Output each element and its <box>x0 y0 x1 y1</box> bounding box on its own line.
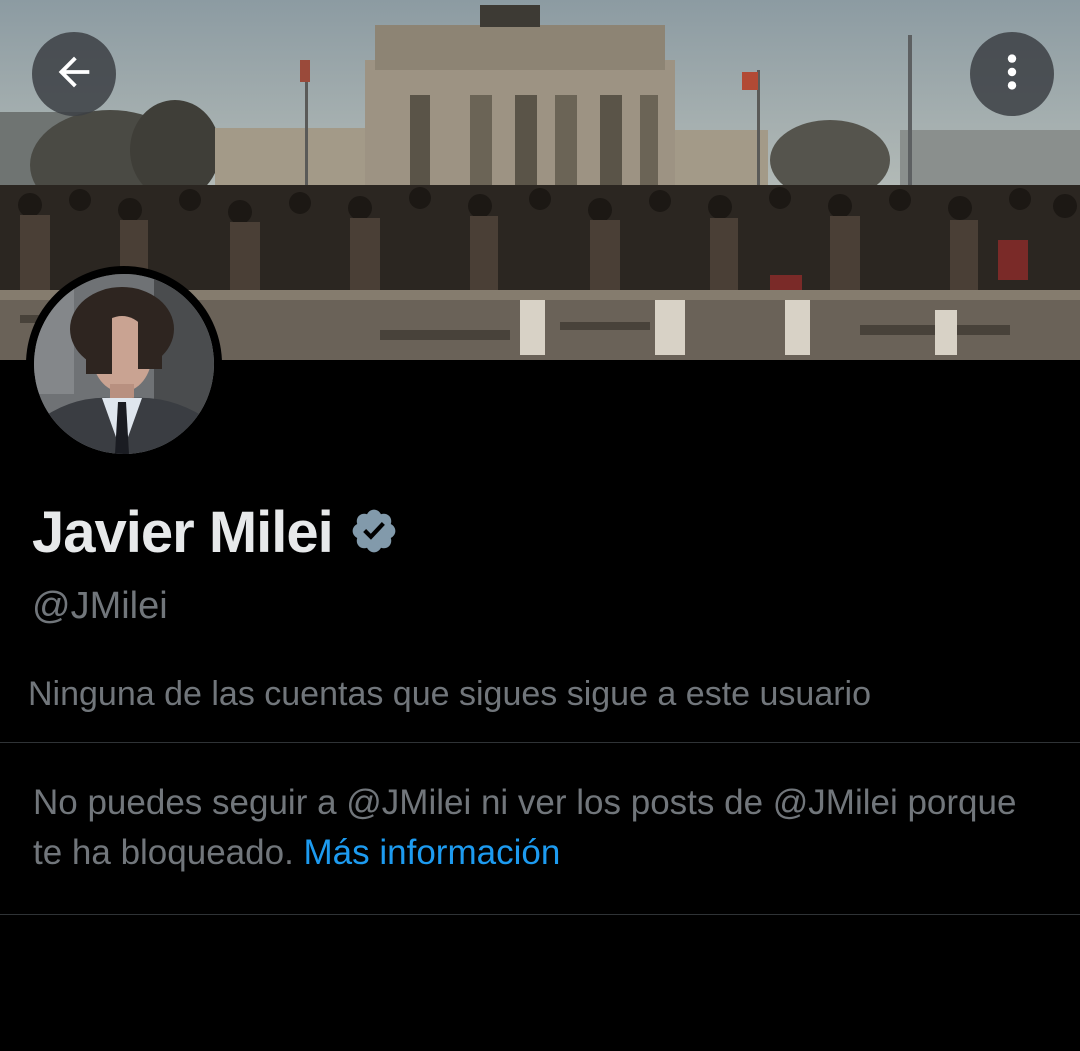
learn-more-link[interactable]: Más información <box>304 833 561 872</box>
more-options-button[interactable] <box>970 32 1054 116</box>
arrow-left-icon <box>51 49 97 100</box>
more-vertical-icon <box>989 49 1035 100</box>
back-button[interactable] <box>32 32 116 116</box>
avatar-image <box>34 274 214 454</box>
verified-badge-icon[interactable] <box>349 506 399 561</box>
blocked-notice: No puedes seguir a @JMilei ni ver los po… <box>33 778 1053 878</box>
avatar[interactable] <box>26 266 222 462</box>
profile-handle: @JMilei <box>32 585 168 627</box>
profile-name-row: Javier Milei <box>32 496 399 570</box>
divider <box>0 742 1080 743</box>
divider <box>0 914 1080 915</box>
display-name: Javier Milei <box>32 500 334 565</box>
followers-you-know-text[interactable]: Ninguna de las cuentas que sigues sigue … <box>28 672 871 716</box>
